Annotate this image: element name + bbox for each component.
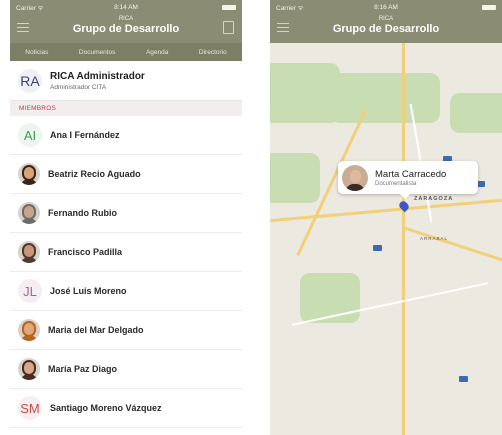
member-row[interactable]: Maria del Mar Delgado [10, 311, 242, 350]
member-initials-avatar: JL [18, 279, 42, 303]
hamburger-menu-icon[interactable] [277, 23, 289, 32]
member-name: Francisco Padilla [48, 247, 123, 257]
member-row[interactable]: JL José Luis Moreno [10, 272, 242, 311]
page-title: Grupo de Desarrollo [332, 23, 440, 35]
tab-documentos[interactable]: Documentos [79, 49, 116, 56]
member-initials-avatar: SM [18, 396, 42, 420]
highway-shield-icon [373, 245, 382, 251]
nav-subtitle: RICA [118, 16, 134, 22]
member-avatar [18, 163, 40, 185]
admin-role: Administrador CITA [50, 83, 107, 91]
member-name: Ana I Fernández [50, 130, 120, 140]
members-screen: Carrier ᯤ 8:14 AM RICA Grupo de Desarrol… [10, 0, 242, 435]
clock: 8:16 AM [374, 3, 398, 11]
tab-bar: Noticias Documentos Agenda Directorio [10, 43, 242, 61]
member-name: Fernando Rubio [48, 208, 117, 218]
map-screen: Carrier ᯤ 8:16 AM RICA Grupo de Desarrol… [270, 0, 502, 435]
admin-avatar: RA [18, 68, 42, 93]
member-avatar [18, 358, 40, 380]
member-name: María Paz Diago [48, 364, 118, 374]
member-name: Maria del Mar Delgado [48, 325, 144, 335]
highway-shield-icon [459, 376, 468, 382]
hamburger-menu-icon[interactable] [17, 23, 29, 32]
city-label: ZARAGOZA [414, 196, 454, 202]
status-bar: Carrier ᯤ 8:16 AM [270, 0, 502, 14]
member-avatar [18, 319, 40, 341]
navigation-bar: RICA Grupo de Desarrollo [270, 14, 502, 43]
section-header-members: MIEMBROS [10, 101, 242, 116]
callout-name: Marta Carracedo [375, 168, 447, 180]
member-row[interactable]: Francisco Padilla [10, 233, 242, 272]
callout-tail [400, 194, 410, 199]
clock: 8:14 AM [114, 3, 138, 11]
member-avatar [18, 241, 40, 263]
member-name: José Luis Moreno [50, 286, 127, 296]
park-area [270, 153, 320, 203]
member-name: Santiago Moreno Vázquez [50, 403, 162, 413]
member-name: Beatriz Recio Aguado [48, 169, 141, 179]
member-row[interactable]: AI Ana I Fernández [10, 116, 242, 155]
member-row[interactable]: Fernando Rubio [10, 194, 242, 233]
navigation-bar: RICA Grupo de Desarrollo [10, 14, 242, 43]
district-label: ARRABAL [420, 236, 449, 241]
tab-agenda[interactable]: Agenda [146, 49, 168, 56]
callout-role: Documentalista [375, 180, 417, 187]
status-bar: Carrier ᯤ 8:14 AM [10, 0, 242, 14]
road [402, 226, 502, 263]
map-view[interactable]: ZARAGOZA ARRABAL Marta Carracedo Documen… [270, 43, 502, 435]
road [402, 43, 405, 435]
member-initials-avatar: AI [18, 123, 42, 147]
member-row[interactable]: Beatriz Recio Aguado [10, 155, 242, 194]
admin-row[interactable]: RA RICA Administrador Administrador CITA [10, 61, 242, 101]
member-avatar [18, 202, 40, 224]
admin-name: RICA Administrador [50, 70, 145, 82]
page-title: Grupo de Desarrollo [72, 23, 180, 35]
tab-noticias[interactable]: Noticias [25, 49, 48, 56]
member-row[interactable]: SM Santiago Moreno Vázquez [10, 389, 242, 428]
park-area [450, 93, 502, 133]
member-callout[interactable]: Marta Carracedo Documentalista [338, 161, 478, 199]
park-area [330, 73, 440, 123]
document-icon[interactable] [223, 21, 234, 34]
member-row[interactable]: María Paz Diago [10, 350, 242, 389]
nav-subtitle: RICA [378, 16, 394, 22]
avatar [342, 164, 368, 191]
member-list: AI Ana I Fernández Beatriz Recio Aguado Fer… [10, 116, 242, 428]
tab-directorio[interactable]: Directorio [199, 49, 227, 56]
